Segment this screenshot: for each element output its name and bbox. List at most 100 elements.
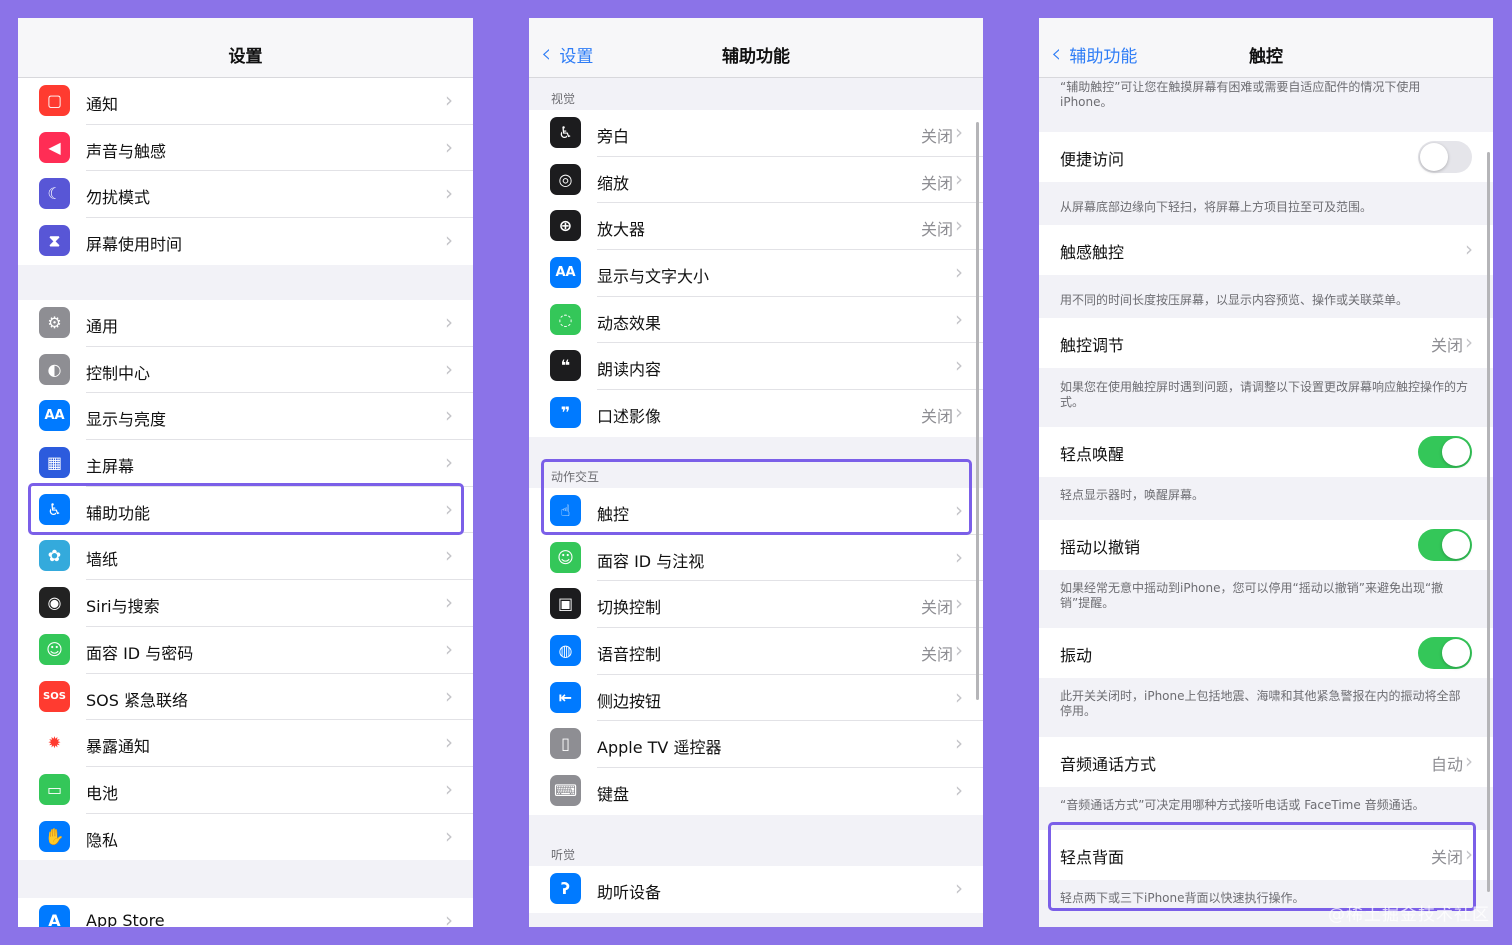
notification-icon: ▢ [39, 85, 70, 116]
list-item[interactable]: ❝ 朗读内容 › [529, 343, 983, 391]
scrollbar[interactable] [976, 122, 979, 700]
setting-label: 音频通话方式 [1060, 755, 1157, 774]
list-item[interactable]: ✿ 墙纸 › [18, 533, 473, 581]
list-item[interactable]: 触感触控 › [1039, 225, 1493, 275]
setting-row[interactable]: 振动 [1039, 628, 1493, 678]
item-label: 通用 [86, 317, 119, 336]
toggle-switch[interactable] [1418, 436, 1472, 468]
item-label: 朗读内容 [597, 360, 662, 380]
list-item[interactable]: 便捷访问 [1039, 132, 1493, 182]
item-label: 显示与亮度 [86, 410, 167, 430]
setting-row[interactable]: 触感触控 › [1039, 225, 1493, 275]
list-item[interactable]: ▣ 切换控制 关闭 › [529, 581, 983, 629]
item-label: 键盘 [597, 785, 630, 805]
list-item[interactable]: AA 显示与亮度 › [18, 393, 473, 441]
item-label: 墙纸 [86, 550, 119, 570]
watermark: @稀土掘金技术社区 [1328, 905, 1490, 925]
setting-label: 触感触控 [1060, 243, 1125, 262]
list-item[interactable]: ◉ Siri与搜索 › [18, 580, 473, 627]
setting-row[interactable]: 音频通话方式 自动 › [1039, 737, 1493, 787]
list-item[interactable]: ◍ 语音控制 关闭 › [529, 628, 983, 675]
item-label: 助听设备 [597, 883, 662, 902]
list-item[interactable]: ⌨ 键盘 › [529, 768, 983, 815]
gear-icon: ⚙ [39, 307, 70, 338]
list-item[interactable]: ʔ 助听设备 › [529, 866, 983, 913]
item-label: 动态效果 [597, 313, 662, 333]
nav-bar: ‹ 辅助功能 触控 [1039, 18, 1493, 78]
list-item[interactable]: ☺ 面容 ID 与密码 › [18, 627, 473, 674]
list-item[interactable]: ▯ Apple TV 遥控器 › [529, 721, 983, 769]
item-label: 隐私 [86, 830, 119, 850]
magnifier-icon: ⊕ [550, 210, 581, 242]
accessibility-panel: ‹ 设置 辅助功能 视觉 ♿ 旁白 关闭 › ◎ 缩放 关闭 › ⊕ 放大器 关闭 › AA 显示与文字大… [529, 18, 983, 927]
list-item[interactable]: ☾ 勿扰模式 › [18, 171, 473, 219]
list-item[interactable]: ⊕ 放大器 关闭 › [529, 203, 983, 251]
list-item[interactable]: ⚙ 通用 › [18, 300, 473, 347]
zoom-icon: ◎ [550, 163, 581, 195]
chevron-right-icon: › [955, 306, 963, 331]
list-item[interactable]: ▦ 主屏幕 › [18, 440, 473, 487]
list-item[interactable]: 音频通话方式 自动 › [1039, 737, 1493, 787]
item-label: 屏幕使用时间 [86, 235, 183, 255]
toggle-switch[interactable] [1418, 141, 1472, 173]
list-item[interactable]: ✋ 隐私 › [18, 814, 473, 861]
toggle-switch[interactable] [1418, 637, 1472, 669]
list-item[interactable]: ▭ 电池 › [18, 767, 473, 814]
item-label: 缩放 [597, 173, 630, 193]
chevron-right-icon: › [955, 638, 963, 663]
text-size-icon: AA [39, 400, 70, 432]
speaker-icon: ◀ [39, 131, 70, 163]
list-item[interactable]: SOS SOS 紧急联络 › [18, 674, 473, 721]
item-label: 面容 ID 与注视 [597, 551, 705, 571]
chevron-right-icon: › [445, 181, 453, 206]
section-header-vision: 视觉 [551, 92, 576, 106]
item-label: 电池 [86, 783, 119, 803]
grid-icon: ▦ [39, 447, 70, 479]
text-size-icon: AA [550, 257, 581, 289]
list-item[interactable]: ◎ 缩放 关闭 › [529, 157, 983, 204]
scrollbar[interactable] [1487, 152, 1490, 892]
chevron-right-icon: › [445, 356, 453, 381]
setting-row[interactable]: 摇动以撤销 [1039, 520, 1493, 570]
list-item[interactable]: ❞ 口述影像 关闭 › [529, 390, 983, 437]
face-id-icon: ☺ [550, 541, 581, 573]
setting-row[interactable]: 便捷访问 [1039, 132, 1493, 182]
list-item[interactable]: ▢ 通知 › [18, 78, 473, 125]
setting-row[interactable]: 触控调节 关闭 › [1039, 318, 1493, 368]
touch-panel: ‹ 辅助功能 触控 “辅助触控”可让您在触摸屏幕有困难或需要自适应配件的情况下使… [1039, 18, 1493, 927]
item-label: 主屏幕 [86, 457, 135, 477]
list-item[interactable]: ◀ 声音与触感 › [18, 125, 473, 172]
list-item[interactable]: ✹ 暴露通知 › [18, 720, 473, 767]
setting-description: 此开关关闭时，iPhone上包括地震、海啸和其他紧急警报在内的振动将全部停用。 [1060, 689, 1461, 718]
list-item[interactable]: 触控调节 关闭 › [1039, 318, 1493, 368]
list-item[interactable]: A App Store › [18, 898, 473, 927]
item-label: 旁白 [597, 127, 630, 146]
setting-row[interactable]: 轻点唤醒 [1039, 427, 1493, 477]
list-item[interactable]: ◐ 控制中心 › [18, 347, 473, 394]
list-item[interactable]: ◌ 动态效果 › [529, 297, 983, 344]
chevron-right-icon: › [1465, 237, 1473, 261]
toggle-switch[interactable] [1418, 529, 1472, 561]
chevron-right-icon: › [955, 120, 963, 144]
interaction-group: ☝ 触控 › ☺ 面容 ID 与注视 › ▣ 切换控制 关闭 › ◍ 语音控制 关闭 › ⇤ 侧边按钮 › ▯ Ap… [529, 488, 983, 815]
chevron-right-icon: › [955, 591, 963, 616]
settings-panel: 设置 ▢ 通知 › ◀ 声音与触感 › ☾ 勿扰模式 › ⧗ 屏幕使用时间 › ⚙ 通用 › ◐ 控制中心 › A… [18, 18, 473, 927]
toggles-icon: ◐ [39, 353, 70, 385]
chevron-right-icon: › [445, 636, 453, 661]
list-item[interactable]: 摇动以撤销 [1039, 520, 1493, 570]
list-item[interactable]: AA 显示与文字大小 › [529, 250, 983, 297]
nav-bar: 设置 [18, 18, 473, 78]
item-value: 关闭 [920, 645, 953, 665]
list-item[interactable]: ♿ 旁白 关闭 › [529, 110, 983, 157]
chevron-right-icon: › [445, 776, 453, 801]
section-header-hearing: 听觉 [551, 848, 576, 862]
list-item[interactable]: ☺ 面容 ID 与注视 › [529, 535, 983, 582]
list-item[interactable]: ⧗ 屏幕使用时间 › [18, 218, 473, 265]
chevron-right-icon: › [955, 876, 963, 900]
item-value: 关闭 [920, 127, 953, 146]
toggle-knob [1442, 438, 1470, 466]
list-item[interactable]: 轻点唤醒 [1039, 427, 1493, 477]
remote-icon: ▯ [550, 728, 581, 760]
list-item[interactable]: 振动 [1039, 628, 1493, 678]
list-item[interactable]: ⇤ 侧边按钮 › [529, 675, 983, 722]
